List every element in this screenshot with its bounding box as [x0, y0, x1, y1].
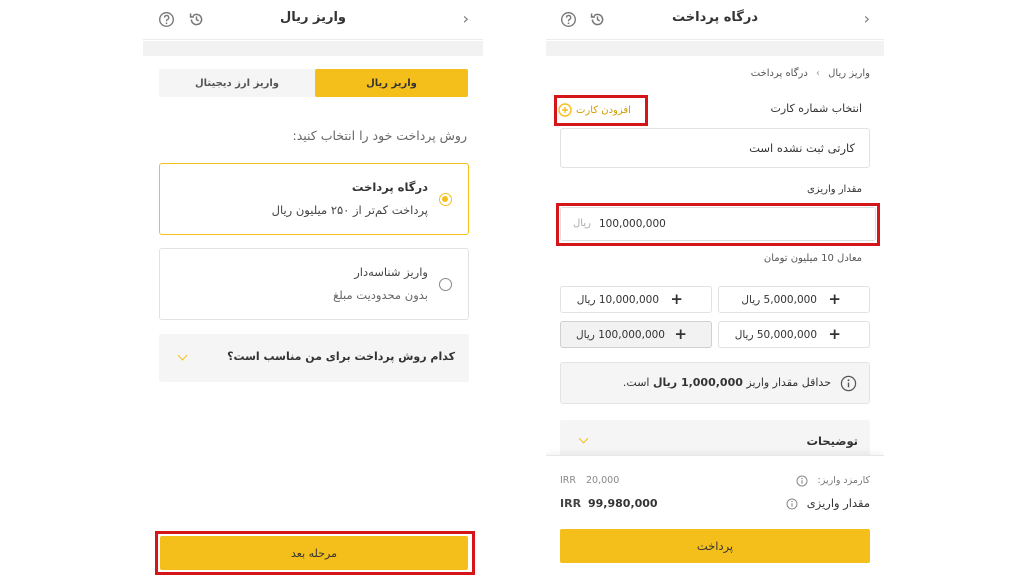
payment-summary-sheet: کارمزد واریز: IRR 20,000 مقدار واریزی IR… — [546, 455, 884, 576]
payment-option-gateway[interactable]: درگاه پرداخت پرداخت کم‌تر از ۲۵۰ میلیون … — [159, 163, 469, 235]
help-icon[interactable] — [157, 10, 175, 28]
info-icon — [840, 375, 857, 392]
tab-rial[interactable]: واریز ریال — [315, 69, 468, 97]
tab-digital-currency[interactable]: واریز ارز دیجیتال — [159, 69, 315, 97]
pay-button[interactable]: پرداخت — [560, 529, 870, 563]
breadcrumb-current: درگاه پرداخت — [750, 68, 808, 79]
option-subtitle: پرداخت کم‌تر از ۲۵۰ میلیون ریال — [271, 203, 428, 217]
header-divider — [546, 41, 884, 56]
amount-value: 100,000,000 — [599, 218, 666, 230]
payment-option-id-deposit[interactable]: واریز شناسه‌دار بدون محدودیت مبلغ — [159, 248, 469, 320]
minimum-deposit-text: حداقل مقدار واریز 1,000,000 ریال است. — [623, 376, 831, 389]
option-title: واریز شناسه‌دار — [354, 265, 428, 279]
option-title: درگاه پرداخت — [351, 180, 428, 194]
plus-icon: + — [828, 290, 841, 308]
card-list-box: کارتی ثبت نشده است — [560, 128, 870, 168]
payment-gateway-screen: › درگاه پرداخت واریز ریال › درگاه پرداخت… — [546, 0, 884, 576]
history-icon[interactable] — [187, 10, 205, 28]
deposit-amount-label: مقدار واریزی — [806, 496, 870, 510]
quick-amount-label: 5,000,000 ریال — [741, 294, 817, 306]
description-accordion[interactable]: توضیحات — [560, 420, 870, 460]
amount-label: مقدار واریزی — [806, 184, 862, 195]
fee-currency: IRR — [560, 475, 577, 486]
minimum-deposit-note: حداقل مقدار واریز 1,000,000 ریال است. — [560, 362, 870, 404]
deposit-tabs: واریز ریال واریز ارز دیجیتال — [159, 69, 468, 97]
quick-amount-100m[interactable]: + 100,000,000 ریال — [560, 321, 712, 348]
help-icon[interactable] — [559, 10, 577, 28]
top-bar: › واریز ریال — [143, 0, 483, 40]
fee-value: 20,000 — [586, 475, 620, 486]
payment-method-prompt: روش پرداخت خود را انتخاب کنید: — [292, 128, 467, 143]
faq-question: کدام روش پرداخت برای من مناسب است؟ — [227, 350, 455, 363]
amount-unit: ریال — [573, 218, 591, 229]
breadcrumb-separator: › — [815, 68, 820, 79]
min-note-suffix: است. — [622, 376, 650, 389]
amount-input[interactable]: ریال 100,000,000 — [560, 207, 876, 241]
add-card-label: افزودن کارت — [576, 104, 631, 116]
quick-amount-50m[interactable]: + 50,000,000 ریال — [718, 321, 870, 348]
fee-info-icon[interactable] — [796, 475, 808, 487]
plus-icon: + — [670, 290, 683, 308]
tab-digital-currency-label: واریز ارز دیجیتال — [195, 77, 279, 89]
plus-icon: + — [828, 325, 841, 343]
quick-amount-10m[interactable]: + 10,000,000 ریال — [560, 286, 712, 313]
fee-label: کارمزد واریز: — [817, 475, 871, 486]
min-note-amount: 1,000,000 ریال — [652, 376, 743, 389]
description-title: توضیحات — [806, 434, 859, 448]
quick-amount-label: 100,000,000 ریال — [576, 329, 665, 341]
chevron-down-icon — [578, 433, 589, 444]
option-subtitle: بدون محدودیت مبلغ — [333, 288, 428, 302]
min-note-prefix: حداقل مقدار واریز — [746, 376, 831, 389]
deposit-value: 99,980,000 — [588, 497, 658, 510]
tab-rial-label: واریز ریال — [366, 77, 417, 89]
amount-equivalent: معادل 10 میلیون تومان — [763, 253, 862, 264]
next-step-button[interactable]: مرحله بعد — [160, 536, 468, 570]
plus-icon: + — [674, 325, 687, 343]
radio-selected-icon[interactable] — [439, 193, 452, 206]
add-card-button[interactable]: افزودن کارت — [558, 102, 631, 118]
quick-amount-5m[interactable]: + 5,000,000 ریال — [718, 286, 870, 313]
breadcrumb: واریز ریال › درگاه پرداخت — [751, 68, 870, 79]
pay-button-label: پرداخت — [696, 539, 734, 553]
top-bar: › درگاه پرداخت — [546, 0, 884, 40]
deposit-currency: IRR — [560, 497, 582, 510]
radio-unselected-icon[interactable] — [439, 278, 452, 291]
no-card-message: کارتی ثبت نشده است — [749, 141, 855, 155]
breadcrumb-root[interactable]: واریز ریال — [828, 68, 870, 79]
header-divider — [143, 41, 483, 56]
next-step-label: مرحله بعد — [291, 546, 337, 560]
chevron-down-icon — [177, 350, 188, 361]
card-number-label: انتخاب شماره کارت — [770, 102, 863, 115]
history-icon[interactable] — [588, 10, 606, 28]
quick-amount-label: 10,000,000 ریال — [576, 294, 659, 306]
quick-amount-label: 50,000,000 ریال — [734, 329, 817, 341]
deposit-info-icon[interactable] — [786, 498, 798, 510]
rial-deposit-screen: › واریز ریال واریز ریال واریز ارز دیجیتا… — [143, 0, 483, 576]
faq-accordion[interactable]: کدام روش پرداخت برای من مناسب است؟ — [159, 334, 469, 382]
plus-circle-icon — [558, 103, 572, 117]
